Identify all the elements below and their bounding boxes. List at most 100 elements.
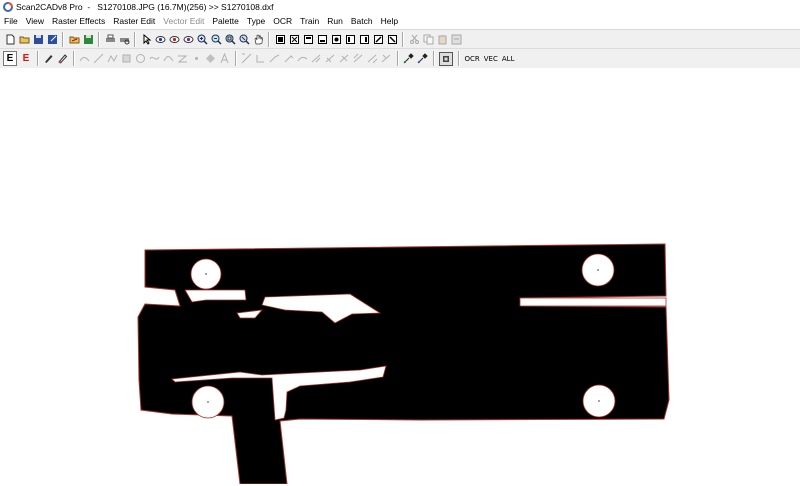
toggle-e-vector-label: E	[22, 53, 30, 64]
save-vector-icon[interactable]	[83, 34, 94, 45]
toolbar-separator	[36, 51, 39, 66]
main-toolbar	[0, 29, 800, 49]
point-tool-icon[interactable]	[191, 53, 202, 64]
pan-hand-icon[interactable]	[253, 34, 264, 45]
polyline-tool-icon[interactable]	[107, 53, 118, 64]
frame-3-icon[interactable]	[331, 34, 342, 45]
raster-eraser-icon[interactable]	[57, 53, 68, 64]
select-region-icon[interactable]	[289, 34, 300, 45]
vector-edit-3-icon[interactable]	[269, 53, 280, 64]
settings-grid-icon[interactable]	[439, 51, 453, 66]
view-both-icon[interactable]	[183, 34, 194, 45]
fill-dropper-icon[interactable]	[417, 53, 428, 64]
paste-icon[interactable]	[437, 34, 448, 45]
frame-1-icon[interactable]	[303, 34, 314, 45]
menu-ocr[interactable]: OCR	[269, 16, 296, 26]
text-tool-icon[interactable]	[219, 53, 230, 64]
circle-tool-icon[interactable]	[135, 53, 146, 64]
select-black-icon[interactable]	[275, 34, 286, 45]
toggle-e-vector-button[interactable]: E	[20, 52, 32, 65]
window-title: Scan2CADv8 Pro - S1270108.JPG (16.7M)(25…	[16, 2, 274, 12]
ocr-button[interactable]: OCR	[465, 55, 480, 63]
menu-file[interactable]: File	[0, 16, 22, 26]
toolbar-separator	[268, 32, 270, 47]
toolbar-separator	[62, 32, 64, 47]
spline-tool-icon[interactable]	[163, 53, 174, 64]
hole-center-mark	[205, 273, 207, 275]
toggle-e-raster-button[interactable]: E	[3, 51, 17, 66]
vector-edit-10-icon[interactable]	[367, 53, 378, 64]
frame-4-icon[interactable]	[345, 34, 356, 45]
frame-2-icon[interactable]	[317, 34, 328, 45]
line-tool-icon[interactable]	[93, 53, 104, 64]
copy-icon[interactable]	[423, 34, 434, 45]
toolbar-separator	[134, 32, 136, 47]
menu-raster-edit[interactable]: Raster Edit	[109, 16, 159, 26]
vec-button[interactable]: VEC	[484, 55, 498, 63]
toolbar-separator	[457, 51, 460, 66]
vector-edit-9-icon[interactable]	[353, 53, 364, 64]
open-folder-icon[interactable]	[19, 34, 30, 45]
menu-train[interactable]: Train	[296, 16, 323, 26]
all-button[interactable]: ALL	[502, 55, 515, 63]
toggle-e-raster-label: E	[6, 53, 14, 64]
vector-edit-1-icon[interactable]	[241, 53, 252, 64]
vector-edit-6-icon[interactable]	[311, 53, 322, 64]
zigzag-tool-icon[interactable]	[177, 53, 188, 64]
menu-run[interactable]: Run	[323, 16, 347, 26]
raster-pencil-icon[interactable]	[43, 53, 54, 64]
toolbar-separator	[396, 51, 399, 66]
hole-center-mark	[598, 400, 600, 402]
cut-icon[interactable]	[409, 34, 420, 45]
curve-tool-icon[interactable]	[149, 53, 160, 64]
new-file-icon[interactable]	[5, 34, 16, 45]
converted-image	[137, 243, 670, 485]
right-slot	[519, 297, 667, 307]
menu-batch[interactable]: Batch	[347, 16, 377, 26]
print-icon[interactable]	[105, 34, 116, 45]
zoom-window-icon[interactable]	[239, 34, 250, 45]
toolbar-separator	[432, 51, 435, 66]
view-raster-icon[interactable]	[155, 34, 166, 45]
vector-edit-5-icon[interactable]	[297, 53, 308, 64]
save-icon[interactable]	[33, 34, 44, 45]
undo-icon[interactable]	[451, 34, 462, 45]
menu-type[interactable]: Type	[243, 16, 269, 26]
menu-palette[interactable]: Palette	[208, 16, 242, 26]
vector-edit-7-icon[interactable]	[325, 53, 336, 64]
view-vector-icon[interactable]	[169, 34, 180, 45]
menu-raster-effects[interactable]: Raster Effects	[48, 16, 109, 26]
rectangle-tool-icon[interactable]	[121, 53, 132, 64]
title-bar: Scan2CADv8 Pro - S1270108.JPG (16.7M)(25…	[0, 0, 800, 14]
toolbar-separator	[98, 32, 100, 47]
app-logo-icon	[3, 2, 13, 12]
hole-center-mark	[597, 269, 599, 271]
toolbar-separator	[402, 32, 404, 47]
pointer-icon[interactable]	[141, 34, 152, 45]
frame-6-icon[interactable]	[373, 34, 384, 45]
toolbar-separator	[234, 51, 237, 66]
frame-7-icon[interactable]	[387, 34, 398, 45]
menu-view[interactable]: View	[22, 16, 48, 26]
vector-edit-2-icon[interactable]	[255, 53, 266, 64]
vector-edit-4-icon[interactable]	[283, 53, 294, 64]
menu-help[interactable]: Help	[377, 16, 402, 26]
print-preview-icon[interactable]	[119, 34, 130, 45]
menu-vector-edit[interactable]: Vector Edit	[159, 16, 208, 26]
zoom-out-icon[interactable]	[211, 34, 222, 45]
drawing-canvas[interactable]	[0, 68, 800, 485]
arc-tool-icon[interactable]	[79, 53, 90, 64]
hole-center-mark	[207, 401, 209, 403]
document-name: S1270108.JPG (16.7M)(256) >> S1270108.dx…	[97, 2, 274, 12]
diamond-tool-icon[interactable]	[205, 53, 216, 64]
vector-edit-8-icon[interactable]	[339, 53, 350, 64]
open-vector-icon[interactable]	[69, 34, 80, 45]
toolbar-separator	[72, 51, 75, 66]
vector-edit-11-icon[interactable]	[381, 53, 392, 64]
zoom-fit-icon[interactable]	[225, 34, 236, 45]
eyedropper-icon[interactable]	[403, 53, 414, 64]
zoom-in-icon[interactable]	[197, 34, 208, 45]
edit-toolbar: E E OCR VEC ALL	[0, 48, 800, 69]
save-as-icon[interactable]	[47, 34, 58, 45]
frame-5-icon[interactable]	[359, 34, 370, 45]
